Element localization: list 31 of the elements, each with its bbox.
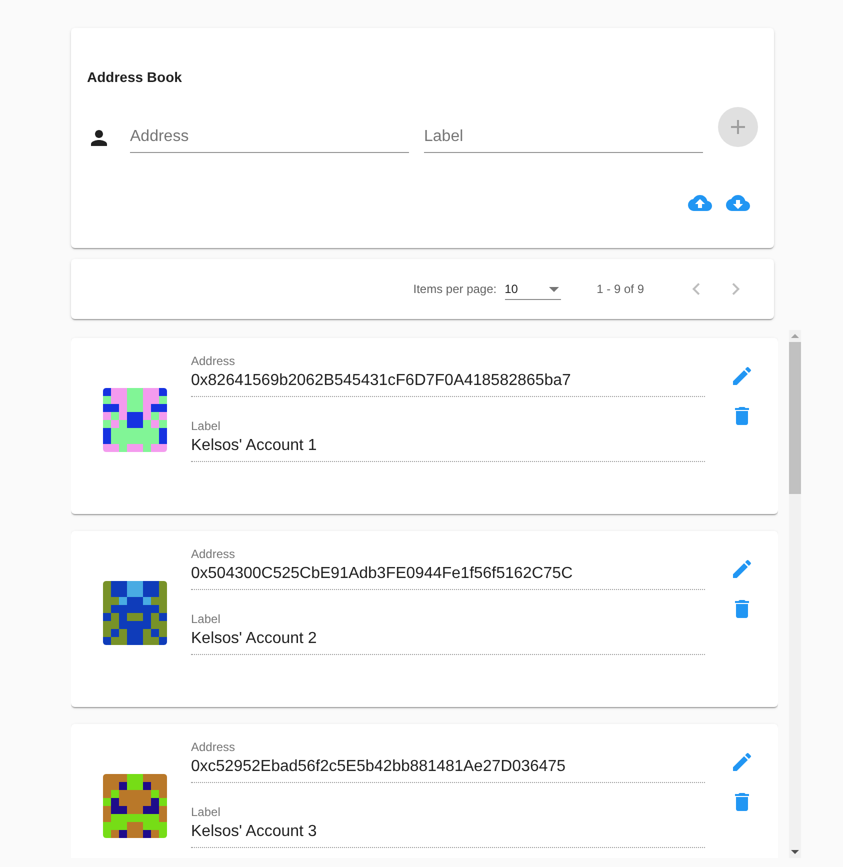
address-field[interactable]: Address [130, 122, 409, 153]
label-value: Kelsos' Account 3 [191, 819, 705, 848]
field-caption: Label [191, 419, 222, 433]
field-caption: Address [191, 354, 236, 368]
identicon [103, 774, 167, 838]
edit-icon[interactable] [730, 557, 754, 581]
chevron-left-icon [692, 283, 700, 295]
identicon [103, 388, 167, 452]
chevron-right-icon [732, 283, 740, 295]
field-caption: Label [191, 805, 222, 819]
label-value: Kelsos' Account 1 [191, 433, 705, 462]
items-per-page-label: Items per page: [413, 282, 497, 296]
field-caption: Address [191, 740, 236, 754]
label-value: Kelsos' Account 2 [191, 626, 705, 655]
dropdown-caret-icon [548, 286, 559, 292]
scrollbar[interactable] [789, 330, 801, 858]
address-value: 0x504300C525CbE91Adb3FE0944Fe1f56f5162C75C [191, 561, 705, 590]
card-title: Address Book [87, 68, 183, 86]
scroll-thumb[interactable] [789, 342, 801, 494]
page-size-select[interactable]: 10 [504, 278, 561, 300]
scroll-up-icon[interactable] [791, 334, 799, 338]
identicon [103, 581, 167, 645]
address-value: 0xc52952Ebad56f2c5E5b42bb881481Ae27D036475 [191, 754, 705, 783]
scroll-down-icon[interactable] [791, 850, 799, 854]
field-caption: Address [191, 547, 236, 561]
edit-icon[interactable] [730, 364, 754, 388]
edit-icon[interactable] [730, 750, 754, 774]
label-field[interactable]: Label [424, 122, 703, 153]
field-caption: Label [191, 612, 222, 626]
page-range: 1 - 9 of 9 [596, 282, 644, 296]
address-value: 0x82641569b2062B545431cF6D7F0A418582865ba7 [191, 368, 705, 397]
